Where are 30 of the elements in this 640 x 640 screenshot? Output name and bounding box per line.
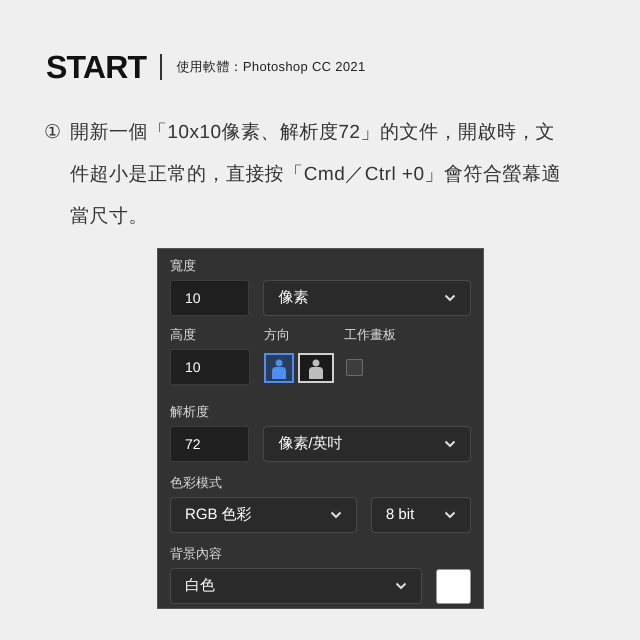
input-field[interactable]: 10	[170, 280, 250, 316]
software-caption: 使用軟體：Photoshop CC 2021	[176, 58, 366, 76]
field-label: 色彩模式	[170, 476, 223, 489]
step-number: ①	[44, 121, 62, 145]
dropdown[interactable]: 8 bit	[370, 497, 471, 533]
person-icon	[271, 357, 287, 379]
page-title: START	[46, 51, 146, 83]
chevron-down-icon	[395, 582, 408, 590]
color-swatch[interactable]	[436, 568, 471, 604]
field-label: 高度	[170, 328, 197, 341]
dropdown[interactable]: RGB 色彩	[170, 497, 357, 533]
field-label: 方向	[264, 328, 291, 341]
field-label: 背景內容	[170, 547, 223, 560]
artboard-checkbox[interactable]	[346, 359, 363, 376]
chevron-down-icon	[330, 511, 342, 519]
dropdown[interactable]: 白色	[170, 568, 422, 604]
portrait-orientation-button[interactable]	[264, 353, 294, 383]
chevron-down-icon	[444, 511, 456, 519]
chevron-down-icon	[444, 440, 456, 448]
field-label: 解析度	[170, 405, 210, 418]
chevron-down-icon	[444, 294, 456, 302]
field-label: 工作畫板	[344, 328, 396, 341]
dropdown[interactable]: 像素/英吋	[263, 426, 471, 462]
person-icon	[308, 357, 324, 379]
input-field[interactable]: 72	[170, 426, 250, 462]
landscape-orientation-button[interactable]	[298, 353, 334, 383]
step-instruction: 開新一個「10x10像素、解析度72」的文件，開啟時，文件超小是正常的，直接按「Cmd／Ctrl +0」會符合螢幕適當尺寸。	[70, 121, 562, 229]
dropdown[interactable]: 像素	[263, 280, 471, 316]
field-label: 寬度	[170, 259, 197, 272]
input-field[interactable]: 10	[170, 349, 250, 385]
